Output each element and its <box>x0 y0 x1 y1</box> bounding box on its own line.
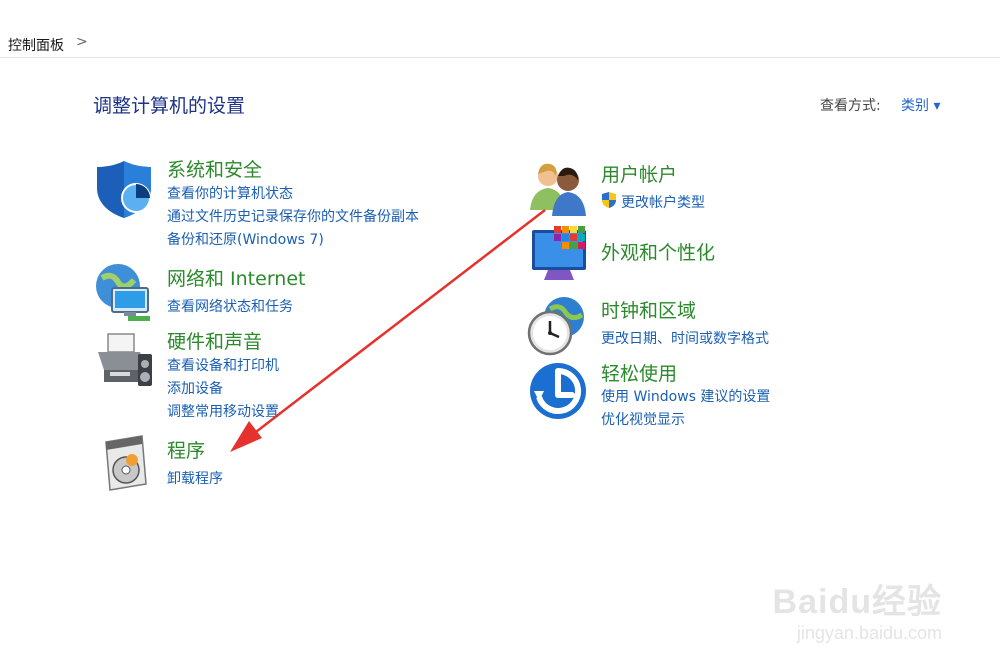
uac-shield-icon <box>602 192 616 208</box>
printer-icon <box>98 333 152 386</box>
link-change-date-time-format[interactable]: 更改日期、时间或数字格式 <box>601 328 769 348</box>
shield-icon <box>97 161 151 218</box>
appearance-monitor-icon <box>532 226 586 280</box>
breadcrumb-control-panel[interactable]: 控制面板 <box>8 35 64 55</box>
watermark-brand: Baidu经验 <box>772 583 942 621</box>
link-optimize-visual-display[interactable]: 优化视觉显示 <box>601 409 685 429</box>
category-network-internet[interactable]: 网络和 Internet <box>167 264 305 291</box>
link-uninstall-program[interactable]: 卸载程序 <box>167 468 223 488</box>
programs-disc-icon <box>105 435 147 491</box>
link-mobility-settings[interactable]: 调整常用移动设置 <box>167 401 279 421</box>
chevron-right-icon[interactable]: > <box>76 34 88 50</box>
link-view-computer-status[interactable]: 查看你的计算机状态 <box>167 183 293 203</box>
link-file-history[interactable]: 通过文件历史记录保存你的文件备份副本 <box>167 206 419 226</box>
link-windows-recommended-settings[interactable]: 使用 Windows 建议的设置 <box>601 386 770 406</box>
view-by-dropdown[interactable]: 类别 ▾ <box>901 95 940 115</box>
link-network-status[interactable]: 查看网络状态和任务 <box>167 296 293 316</box>
user-accounts-icon <box>530 163 586 216</box>
category-clock-region[interactable]: 时钟和区域 <box>601 296 696 323</box>
category-appearance[interactable]: 外观和个性化 <box>601 238 715 265</box>
breadcrumb: 控制面板 > <box>0 30 1000 58</box>
category-user-accounts[interactable]: 用户帐户 <box>601 160 677 187</box>
category-hardware-sound[interactable]: 硬件和声音 <box>167 327 262 354</box>
title-bar <box>0 0 1000 31</box>
clock-globe-icon <box>527 297 584 356</box>
watermark-url: jingyan.baidu.com <box>796 623 942 643</box>
ease-of-access-icon <box>530 363 586 419</box>
link-change-account-type[interactable]: 更改帐户类型 <box>621 192 705 212</box>
category-ease-of-access[interactable]: 轻松使用 <box>601 359 677 386</box>
link-backup-restore[interactable]: 备份和还原(Windows 7) <box>167 229 324 249</box>
network-globe-icon <box>96 264 150 321</box>
link-add-device[interactable]: 添加设备 <box>167 378 223 398</box>
category-programs[interactable]: 程序 <box>167 436 205 463</box>
arrow-head <box>230 421 262 452</box>
link-devices-printers[interactable]: 查看设备和打印机 <box>167 355 279 375</box>
category-system-security[interactable]: 系统和安全 <box>167 155 262 182</box>
page-title: 调整计算机的设置 <box>93 95 246 117</box>
view-by-label: 查看方式: <box>820 98 881 114</box>
watermark: Baidu经验 jingyan.baidu.com <box>773 574 942 644</box>
